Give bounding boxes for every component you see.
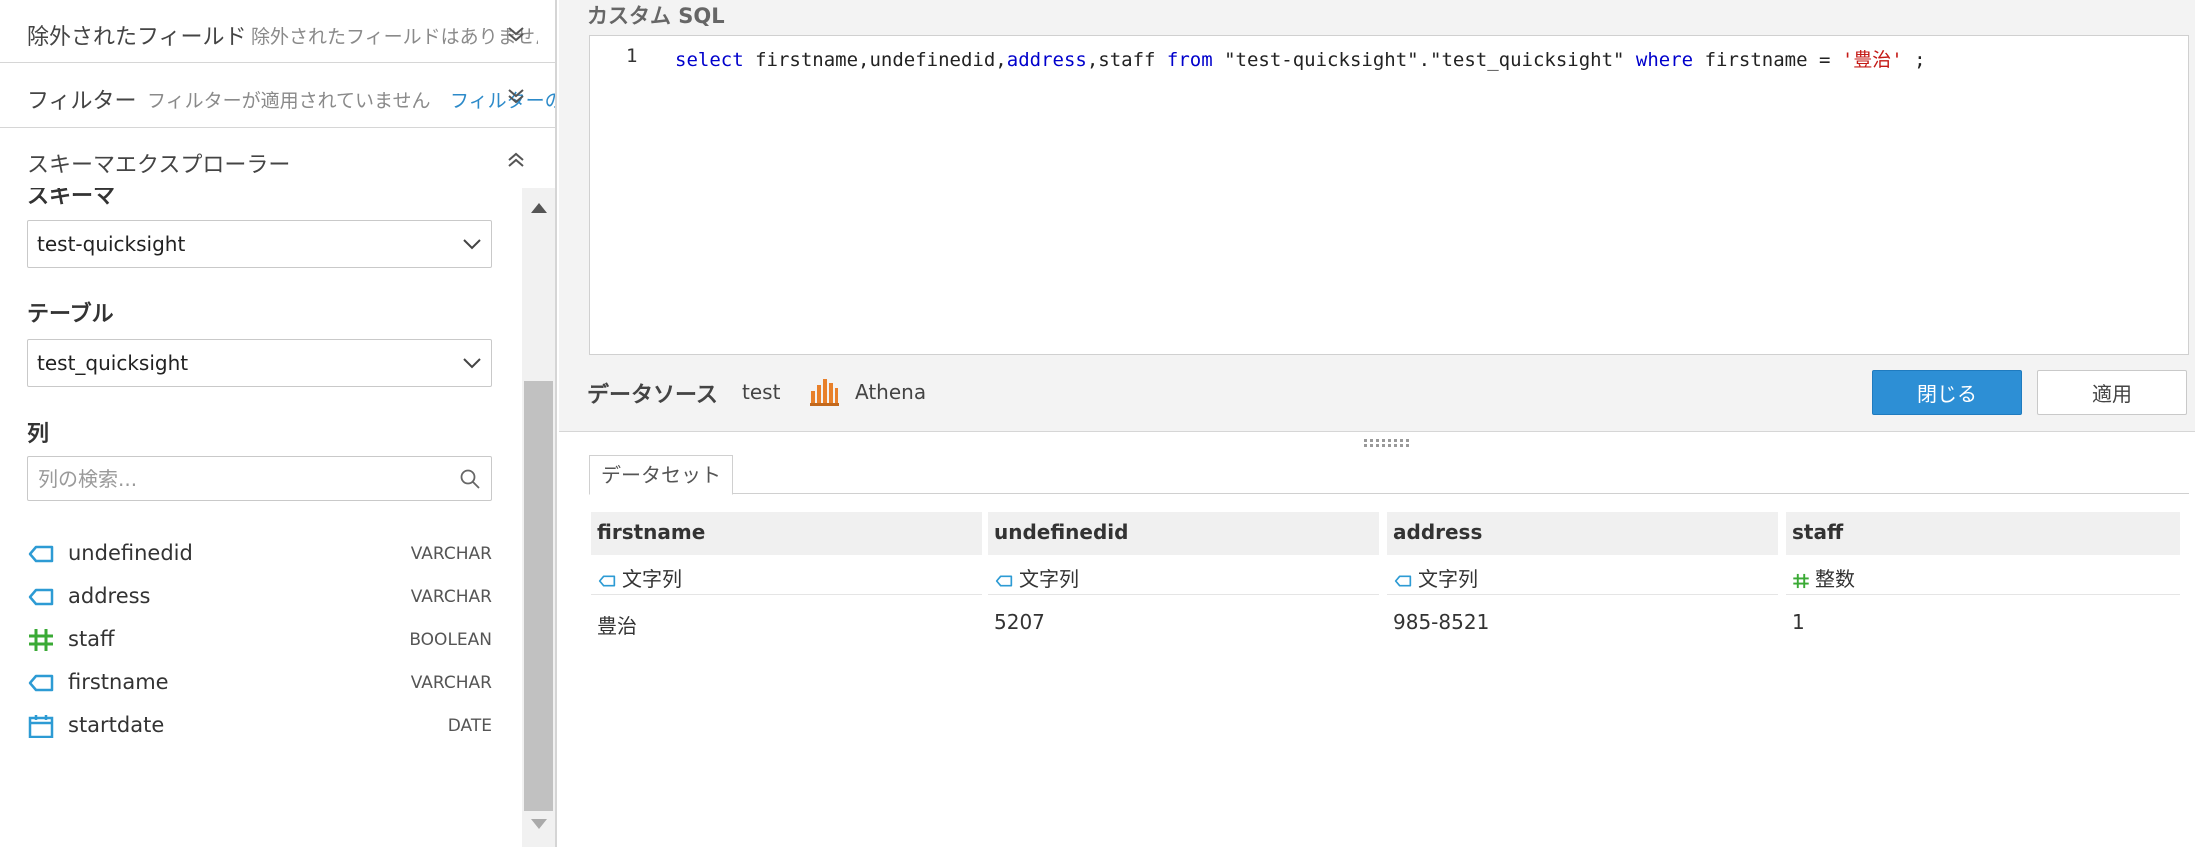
- hash-icon: [1793, 573, 1809, 588]
- grid-header-staff[interactable]: staff: [1786, 512, 2180, 555]
- resize-handle[interactable]: [1364, 439, 1412, 449]
- custom-sql-section: カスタム SQL 1 select firstname,undefinedid,…: [559, 0, 2195, 432]
- chevron-down-icon: [463, 358, 481, 369]
- line-number: 1: [626, 45, 638, 67]
- string-icon: [28, 545, 54, 563]
- grid-header-undefinedid[interactable]: undefinedid: [988, 512, 1379, 555]
- excluded-fields-section[interactable]: 除外されたフィールド 除外されたフィールドはありません: [0, 0, 555, 63]
- schema-select[interactable]: test-quicksight: [27, 220, 492, 268]
- filter-link[interactable]: フィルターの: [450, 86, 555, 113]
- column-name: address: [68, 584, 151, 608]
- preview-tabs: データセット: [589, 455, 2189, 495]
- right-panel: カスタム SQL 1 select firstname,undefinedid,…: [559, 0, 2195, 847]
- column-name: firstname: [68, 670, 169, 694]
- custom-sql-title: カスタム SQL: [587, 4, 725, 28]
- grid-type-staff[interactable]: 整数: [1786, 557, 2180, 595]
- grid-cell[interactable]: 985-8521: [1387, 606, 1778, 644]
- excluded-fields-title: 除外されたフィールド: [27, 25, 247, 50]
- vertical-scrollbar[interactable]: [522, 188, 555, 847]
- type-label: 文字列: [1019, 567, 1079, 591]
- chevron-double-down-icon[interactable]: [505, 23, 527, 45]
- column-item-firstname[interactable]: firstname VARCHAR: [27, 663, 492, 703]
- type-label: 文字列: [1418, 567, 1478, 591]
- sql-editor[interactable]: 1 select firstname,undefinedid,address,s…: [589, 35, 2189, 355]
- column-search[interactable]: [27, 456, 492, 501]
- chevron-double-down-icon[interactable]: [505, 85, 527, 107]
- search-icon[interactable]: [459, 468, 481, 490]
- athena-icon: [810, 379, 839, 406]
- column-search-input[interactable]: [38, 465, 438, 493]
- close-button[interactable]: 閉じる: [1872, 370, 2022, 415]
- grid-cell[interactable]: 豊治: [591, 606, 982, 644]
- scroll-down-arrow[interactable]: [531, 819, 547, 829]
- schema-select-value: test-quicksight: [37, 232, 186, 256]
- sql-code[interactable]: select firstname,undefinedid,address,sta…: [675, 45, 1926, 72]
- table-select[interactable]: test_quicksight: [27, 339, 492, 387]
- schema-explorer-header[interactable]: スキーマエクスプローラー: [0, 128, 555, 188]
- grid-header-address[interactable]: address: [1387, 512, 1778, 555]
- grid-cell[interactable]: 5207: [988, 606, 1379, 644]
- schema-explorer-body: スキーマ test-quicksight テーブル test_quicksigh…: [0, 188, 555, 847]
- schema-explorer-title: スキーマエクスプローラー: [27, 153, 291, 178]
- string-icon: [598, 575, 616, 586]
- datasource-name: test: [742, 380, 781, 404]
- grid-cell[interactable]: 1: [1786, 606, 2180, 644]
- table-select-value: test_quicksight: [37, 351, 189, 375]
- column-name: staff: [68, 627, 115, 651]
- grid-type-address[interactable]: 文字列: [1387, 557, 1778, 595]
- filter-subtitle: フィルターが適用されていません: [147, 90, 431, 112]
- datasource-engine: Athena: [855, 380, 927, 404]
- grid-type-undefinedid[interactable]: 文字列: [988, 557, 1379, 595]
- filter-section[interactable]: フィルター フィルターが適用されていません フィルターの: [0, 63, 555, 128]
- string-icon: [28, 674, 54, 692]
- column-name: undefinedid: [68, 541, 193, 565]
- apply-button[interactable]: 適用: [2037, 370, 2187, 415]
- datasource-label: データソース: [587, 383, 718, 408]
- grid-type-firstname[interactable]: 文字列: [591, 557, 982, 595]
- excluded-fields-subtitle: 除外されたフィールドはありません: [251, 26, 538, 48]
- chevron-double-up-icon[interactable]: [505, 149, 527, 171]
- tab-dataset[interactable]: データセット: [589, 455, 733, 495]
- column-name: startdate: [68, 713, 165, 737]
- scroll-thumb[interactable]: [524, 381, 553, 811]
- column-item-staff[interactable]: staff BOOLEAN: [27, 620, 492, 660]
- string-icon: [28, 588, 54, 606]
- column-item-startdate[interactable]: startdate DATE: [27, 706, 492, 746]
- columns-label: 列: [27, 422, 50, 447]
- string-icon: [1394, 575, 1412, 586]
- filter-title: フィルター: [27, 89, 137, 114]
- hash-icon: [29, 629, 53, 651]
- type-label: 整数: [1815, 567, 1855, 591]
- column-type: VARCHAR: [410, 587, 492, 607]
- column-item-address[interactable]: address VARCHAR: [27, 577, 492, 617]
- grid-header-firstname[interactable]: firstname: [591, 512, 982, 555]
- column-type: VARCHAR: [410, 673, 492, 693]
- left-panel: 除外されたフィールド 除外されたフィールドはありません フィルター フィルターが…: [0, 0, 557, 847]
- column-type: DATE: [447, 716, 492, 736]
- column-item-undefinedid[interactable]: undefinedid VARCHAR: [27, 534, 492, 574]
- column-type: VARCHAR: [410, 544, 492, 564]
- table-label: テーブル: [27, 302, 114, 327]
- schema-label: スキーマ: [27, 188, 116, 209]
- scroll-up-arrow[interactable]: [531, 203, 547, 213]
- column-type: BOOLEAN: [409, 630, 492, 650]
- chevron-down-icon: [463, 239, 481, 250]
- string-icon: [995, 575, 1013, 586]
- type-label: 文字列: [622, 567, 682, 591]
- calendar-icon: [28, 715, 54, 738]
